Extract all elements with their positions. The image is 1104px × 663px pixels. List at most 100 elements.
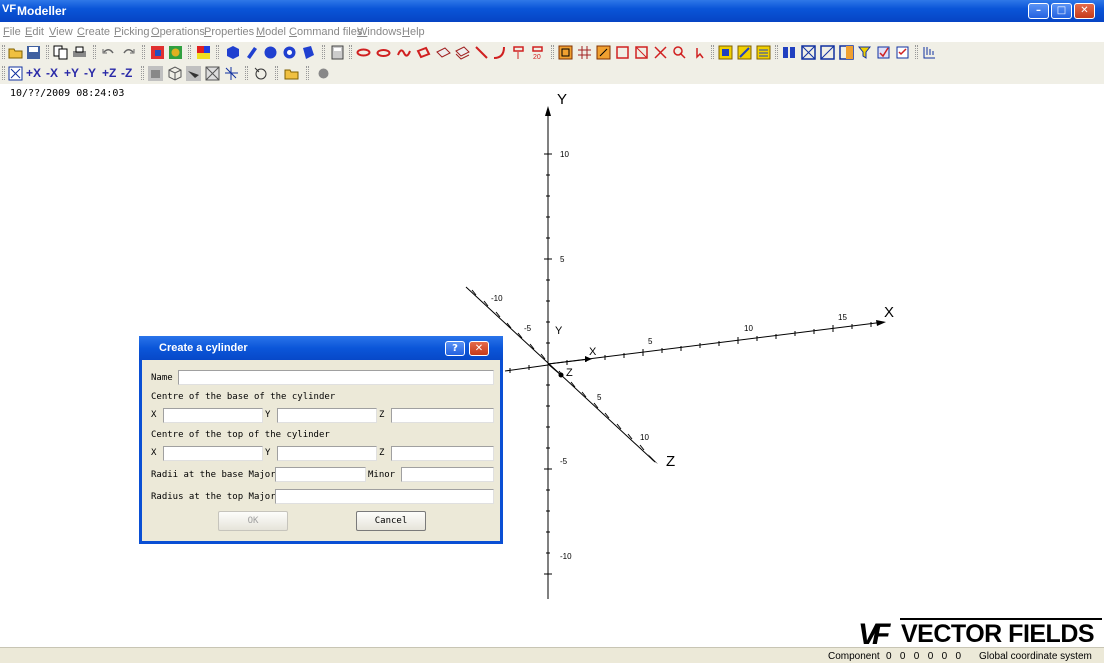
mesh-view-icon[interactable]: [205, 66, 220, 81]
view-fit-icon[interactable]: [8, 66, 23, 81]
menu-create[interactable]: Create: [77, 26, 110, 38]
toolbar-grip[interactable]: [275, 66, 278, 80]
mesh-icon[interactable]: [168, 45, 183, 60]
toolbar-grip[interactable]: [142, 45, 145, 59]
half-box-icon[interactable]: [839, 45, 854, 60]
surface-icon[interactable]: [718, 45, 733, 60]
print-icon[interactable]: [72, 45, 87, 60]
base-minor-radius-input[interactable]: [401, 467, 494, 482]
toolbar-grip[interactable]: [915, 45, 918, 59]
ellipse-icon[interactable]: [356, 45, 371, 60]
sphere-icon[interactable]: [263, 45, 278, 60]
base-major-radius-input[interactable]: [275, 467, 366, 482]
view-minus-x-button[interactable]: -X: [46, 66, 58, 80]
save-icon[interactable]: [26, 45, 41, 60]
menu-view[interactable]: View: [49, 26, 73, 38]
rotate-icon[interactable]: [253, 66, 268, 81]
checklist-icon[interactable]: [895, 45, 910, 60]
view-plus-y-button[interactable]: +Y: [64, 66, 79, 80]
redo-icon[interactable]: [121, 45, 136, 60]
hidden-line-icon[interactable]: [186, 66, 201, 81]
calculator-icon[interactable]: [330, 45, 345, 60]
diag-box-icon[interactable]: [820, 45, 835, 60]
top-y-input[interactable]: [277, 446, 377, 461]
cross-box-icon[interactable]: [801, 45, 816, 60]
open-command-icon[interactable]: [284, 66, 299, 81]
menu-model[interactable]: Model: [256, 26, 286, 38]
prism-icon[interactable]: [301, 45, 316, 60]
sweep-icon[interactable]: 20: [530, 45, 545, 60]
grid-icon[interactable]: [577, 45, 592, 60]
surface-select-icon[interactable]: [737, 45, 752, 60]
base-z-input[interactable]: [391, 408, 494, 423]
shaded-view-icon[interactable]: [148, 66, 163, 81]
undo-icon[interactable]: [101, 45, 116, 60]
cursor-icon[interactable]: [693, 45, 708, 60]
menu-operations[interactable]: Operations: [151, 26, 205, 38]
region-icon[interactable]: [558, 45, 573, 60]
toolbar-grip[interactable]: [322, 45, 325, 59]
view-minus-z-button[interactable]: -Z: [121, 66, 132, 80]
toolbar-grip[interactable]: [306, 66, 309, 80]
cube-icon[interactable]: [225, 45, 240, 60]
torus-icon[interactable]: [282, 45, 297, 60]
dialog-help-button[interactable]: ?: [445, 341, 465, 356]
mesh-generate-icon[interactable]: [922, 45, 937, 60]
dialog-close-button[interactable]: ✕: [469, 341, 489, 356]
toolbar-grip[interactable]: [188, 45, 191, 59]
sheet-stack-icon[interactable]: [455, 45, 470, 60]
base-y-input[interactable]: [277, 408, 377, 423]
menu-properties[interactable]: Properties: [204, 26, 254, 38]
line-icon[interactable]: [474, 45, 489, 60]
extrude-icon[interactable]: [511, 45, 526, 60]
axes-view-icon[interactable]: [224, 66, 239, 81]
menu-command-files[interactable]: Command files: [289, 26, 362, 38]
toolbar-grip[interactable]: [349, 45, 352, 59]
body-icon[interactable]: [615, 45, 630, 60]
close-window-button[interactable]: ✕: [1074, 3, 1095, 19]
maximize-button[interactable]: □: [1051, 3, 1072, 19]
cell-icon[interactable]: [596, 45, 611, 60]
menu-picking[interactable]: Picking: [114, 26, 149, 38]
toolbar-grip[interactable]: [2, 45, 5, 59]
ok-button[interactable]: OK: [218, 511, 288, 531]
toolbar-grip[interactable]: [551, 45, 554, 59]
toolbar-grip[interactable]: [93, 45, 96, 59]
toolbar-grip[interactable]: [46, 45, 49, 59]
split-view-icon[interactable]: [782, 45, 797, 60]
toolbar-grip[interactable]: [141, 66, 144, 80]
toolbar-grip[interactable]: [2, 66, 5, 80]
wireframe-cube-icon[interactable]: [167, 66, 182, 81]
record-icon[interactable]: [316, 66, 331, 81]
cylinder-icon[interactable]: [244, 45, 259, 60]
menu-help[interactable]: Help: [402, 26, 425, 38]
transform-icon[interactable]: [653, 45, 668, 60]
top-z-input[interactable]: [391, 446, 494, 461]
arc-icon[interactable]: [492, 45, 507, 60]
top-x-input[interactable]: [163, 446, 263, 461]
box-icon[interactable]: [634, 45, 649, 60]
properties-icon[interactable]: [876, 45, 891, 60]
sheet-icon[interactable]: [436, 45, 451, 60]
base-x-input[interactable]: [163, 408, 263, 423]
pick-icon[interactable]: [672, 45, 687, 60]
top-major-radius-input[interactable]: [275, 489, 494, 504]
surface-list-icon[interactable]: [756, 45, 771, 60]
view-minus-y-button[interactable]: -Y: [84, 66, 96, 80]
face-icon[interactable]: [416, 45, 431, 60]
render-icon[interactable]: [150, 45, 165, 60]
cancel-button[interactable]: Cancel: [356, 511, 426, 531]
toolbar-grip[interactable]: [245, 66, 248, 80]
menu-file[interactable]: File: [3, 26, 21, 38]
copy-icon[interactable]: [53, 45, 68, 60]
view-plus-z-button[interactable]: +Z: [102, 66, 116, 80]
dialog-titlebar[interactable]: Create a cylinder ? ✕: [139, 336, 503, 360]
filter-icon[interactable]: [857, 45, 872, 60]
view-plus-x-button[interactable]: +X: [26, 66, 41, 80]
menu-windows[interactable]: Windows: [357, 26, 402, 38]
name-input[interactable]: [178, 370, 494, 385]
toolbar-grip[interactable]: [216, 45, 219, 59]
open-folder-icon[interactable]: [8, 45, 23, 60]
curve-icon[interactable]: [396, 45, 411, 60]
colour-icon[interactable]: [196, 45, 211, 60]
